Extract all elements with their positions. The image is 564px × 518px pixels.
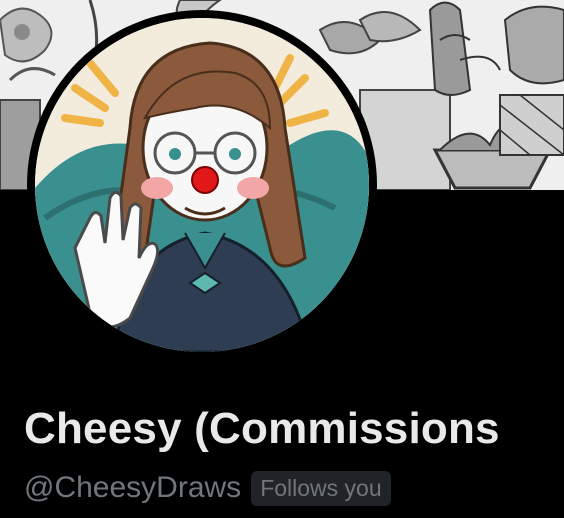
avatar-illustration: [35, 18, 369, 352]
profile-display-name: Cheesy (Commissions: [24, 404, 500, 453]
avatar[interactable]: [35, 18, 369, 352]
profile-handle: @CheesyDraws: [24, 471, 242, 504]
follows-you-badge: Follows you: [251, 470, 391, 506]
handle-row: @CheesyDraws Follows you: [24, 466, 391, 510]
